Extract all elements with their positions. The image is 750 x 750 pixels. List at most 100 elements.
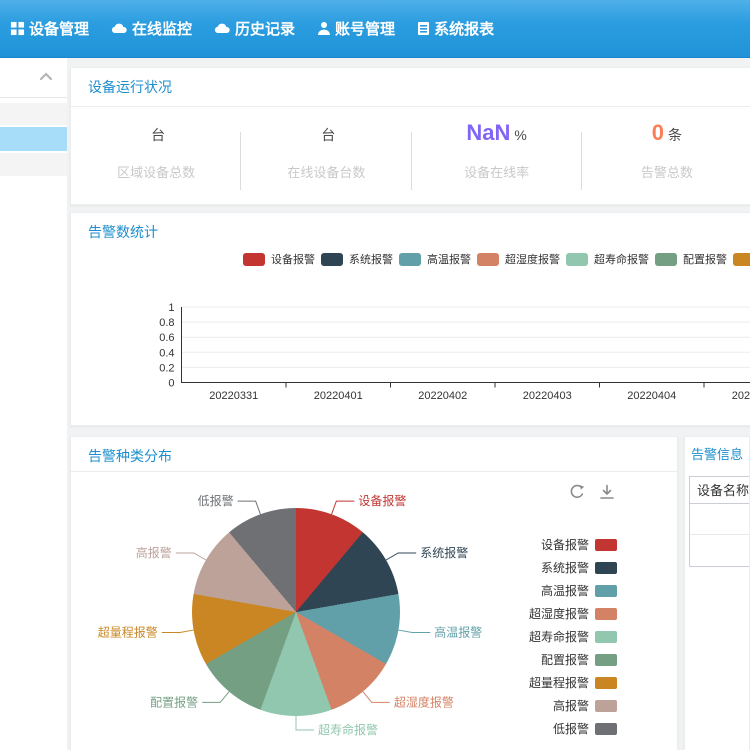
stat-online-rate: NaN% 设备在线率: [412, 120, 582, 181]
sidebar-item[interactable]: [0, 153, 67, 176]
pie-legend-item[interactable]: 超寿命报警: [529, 625, 617, 648]
svg-text:20220331: 20220331: [209, 390, 258, 402]
stat-value: 0: [652, 120, 664, 145]
stat-total-devices: 台 区域设备总数: [71, 120, 241, 181]
svg-text:超量程报警: 超量程报警: [98, 624, 158, 639]
alarm-count-panel: 告警数统计 设备报警系统报警高温报警超湿度报警超寿命报警配置报警超量程报警 00…: [70, 212, 750, 426]
legend-swatch: [595, 677, 617, 689]
svg-text:高温报警: 高温报警: [434, 624, 482, 639]
download-icon[interactable]: [598, 483, 616, 506]
table-row[interactable]: [690, 504, 750, 535]
stat-alarm-total: 0条 告警总数: [582, 120, 750, 181]
legend-label: 高温报警: [541, 582, 589, 599]
legend-label: 系统报警: [541, 559, 589, 576]
svg-text:系统报警: 系统报警: [420, 545, 468, 560]
panel-title: 告警种类分布: [88, 446, 172, 466]
divider: [71, 471, 677, 472]
legend-label: 低报警: [553, 720, 589, 737]
legend-label: 超湿度报警: [529, 605, 589, 622]
svg-text:配置报警: 配置报警: [150, 694, 198, 709]
stat-label: 告警总数: [582, 162, 750, 181]
legend-label: 超量程报警: [529, 674, 589, 691]
stat-label: 区域设备总数: [71, 162, 241, 181]
legend-swatch: [595, 723, 617, 735]
table-header-device-name: 设备名称: [690, 477, 750, 504]
legend-swatch: [595, 700, 617, 712]
nav-item-label: 系统报表: [434, 18, 494, 39]
legend-label: 配置报警: [541, 651, 589, 668]
pie-legend-item[interactable]: 高温报警: [541, 579, 617, 602]
nav-item-online-monitoring[interactable]: 在线监控: [111, 18, 192, 39]
svg-text:0.4: 0.4: [159, 347, 174, 359]
alarm-type-panel: 告警种类分布 设备报警系统报警高温报警超湿度报警超寿命报警配置报警超量程报警高报…: [70, 436, 678, 750]
nav-item-device-management[interactable]: 设备管理: [10, 18, 89, 39]
svg-text:0.2: 0.2: [159, 362, 174, 374]
svg-text:20220403: 20220403: [523, 390, 572, 402]
svg-text:20220405: 20220405: [732, 390, 750, 402]
pie-legend-item[interactable]: 低报警: [553, 717, 617, 740]
stat-online-devices: 台 在线设备台数: [241, 120, 411, 181]
legend-swatch: [595, 631, 617, 643]
nav-item-label: 设备管理: [29, 18, 89, 39]
alarm-info-table: 设备名称: [689, 476, 750, 567]
pie-legend-item[interactable]: 设备报警: [541, 533, 617, 556]
stat-unit: 台: [321, 127, 335, 143]
refresh-icon[interactable]: [568, 483, 586, 506]
legend-swatch: [595, 539, 617, 551]
svg-text:20220401: 20220401: [314, 390, 363, 402]
panel-title: 设备运行状况: [88, 77, 172, 97]
table-row[interactable]: [690, 535, 750, 566]
sidebar-collapse-header[interactable]: [0, 58, 67, 98]
cloud-icon: [111, 22, 128, 36]
nav-item-account-management[interactable]: 账号管理: [317, 18, 395, 39]
legend-swatch: [595, 585, 617, 597]
legend-swatch: [595, 654, 617, 666]
nav-item-history[interactable]: 历史记录: [214, 18, 295, 39]
svg-text:超寿命报警: 超寿命报警: [318, 722, 378, 737]
svg-text:设备报警: 设备报警: [358, 493, 406, 508]
svg-text:20220402: 20220402: [418, 390, 467, 402]
alarm-type-pie-chart[interactable]: [192, 508, 400, 716]
legend-label: 设备报警: [541, 536, 589, 553]
pie-legend-item[interactable]: 配置报警: [541, 648, 617, 671]
svg-text:低报警: 低报警: [198, 493, 234, 508]
pie-legend: 设备报警系统报警高温报警超湿度报警超寿命报警配置报警超量程报警高报警低报警: [511, 533, 617, 740]
report-icon: [417, 21, 430, 36]
stats-row: 台 区域设备总数 台 在线设备台数 NaN% 设备在线率 0条 告警总数: [71, 120, 750, 181]
device-status-panel: 设备运行状况 台 区域设备总数 台 在线设备台数 NaN% 设备在线率 0条 告…: [70, 67, 750, 205]
cloud-icon: [214, 22, 231, 36]
stat-label: 在线设备台数: [241, 162, 411, 181]
svg-text:1: 1: [168, 302, 174, 314]
sidebar: [0, 58, 67, 750]
stat-value: NaN: [466, 120, 510, 145]
alarm-info-panel: 告警信息 设备名称: [684, 436, 750, 750]
svg-text:20220404: 20220404: [627, 390, 676, 402]
top-nav: 设备管理 在线监控 历史记录 账号管理 系统报表: [0, 0, 750, 58]
chart-toolbox: [568, 483, 616, 506]
stat-unit: %: [514, 127, 526, 143]
legend-label: 超寿命报警: [529, 628, 589, 645]
pie-legend-item[interactable]: 系统报警: [541, 556, 617, 579]
grid-icon: [10, 21, 25, 36]
sidebar-item[interactable]: [0, 103, 67, 125]
nav-item-system-report[interactable]: 系统报表: [417, 18, 494, 39]
pie-legend-item[interactable]: 超湿度报警: [529, 602, 617, 625]
divider: [71, 106, 750, 107]
nav-item-label: 在线监控: [132, 18, 192, 39]
pie-legend-item[interactable]: 高报警: [553, 694, 617, 717]
chevron-up-icon: [39, 71, 53, 81]
nav-item-label: 历史记录: [235, 18, 295, 39]
user-icon: [317, 21, 331, 36]
device-dashboard: 设备管理 在线监控 历史记录 账号管理 系统报表 设备运行状况: [0, 0, 750, 750]
svg-text:0: 0: [168, 378, 174, 390]
svg-text:0.6: 0.6: [159, 332, 174, 344]
alarm-count-line-chart[interactable]: 0 0.2 0.4 0.6 0.8 1 20220331 20220401 20220402 20…: [71, 213, 750, 426]
svg-text:0.8: 0.8: [159, 317, 174, 329]
stat-label: 设备在线率: [412, 162, 582, 181]
sidebar-item-selected[interactable]: [0, 127, 67, 151]
pie-legend-item[interactable]: 超量程报警: [529, 671, 617, 694]
svg-text:高报警: 高报警: [136, 545, 172, 560]
legend-swatch: [595, 562, 617, 574]
svg-text:超湿度报警: 超湿度报警: [394, 694, 454, 709]
nav-item-label: 账号管理: [335, 18, 395, 39]
